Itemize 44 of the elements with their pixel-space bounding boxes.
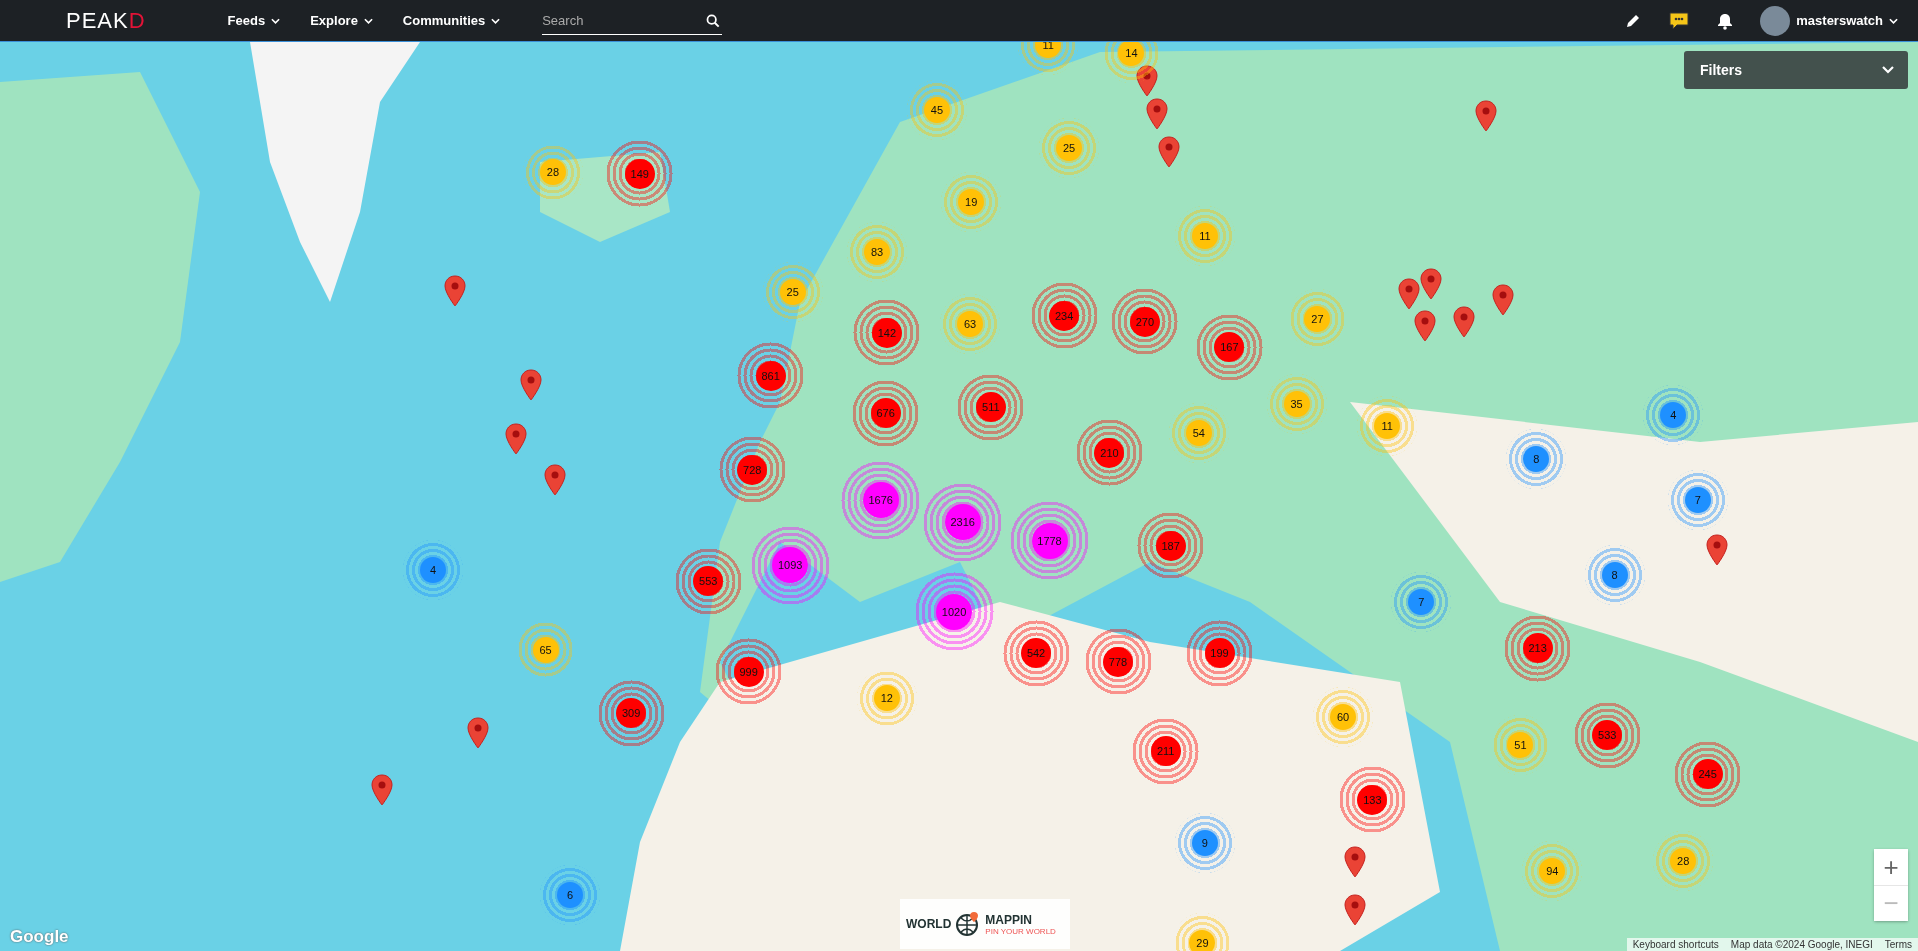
- logo-text: MAPPIN: [985, 912, 1033, 927]
- location-pin-icon[interactable]: [519, 368, 542, 401]
- chevron-down-icon: [271, 17, 281, 24]
- nav-menu[interactable]: Explore: [310, 13, 373, 28]
- location-pin-icon[interactable]: [444, 274, 467, 307]
- location-pin-icon[interactable]: [467, 717, 490, 750]
- location-pin-icon[interactable]: [370, 773, 393, 806]
- cluster-marker[interactable]: 11: [1035, 42, 1062, 59]
- logo-tagline: PIN YOUR WORLD: [985, 926, 1056, 936]
- filters-dropdown[interactable]: Filters: [1684, 51, 1908, 89]
- world-mappin-badge[interactable]: WORLD MAPPIN PIN YOUR WORLD: [900, 899, 1070, 949]
- zoom-in-button[interactable]: +: [1874, 849, 1908, 885]
- location-pin-icon[interactable]: [1475, 99, 1498, 132]
- location-pin-icon[interactable]: [1420, 268, 1443, 301]
- google-logo: Google: [10, 927, 69, 947]
- avatar: [1760, 5, 1791, 36]
- bell-icon[interactable]: [1716, 11, 1735, 30]
- location-pin-icon[interactable]: [1453, 306, 1476, 339]
- peakd-logo[interactable]: PEAKD: [66, 7, 146, 34]
- chevron-down-icon: [491, 17, 501, 24]
- nav-menu[interactable]: Feeds: [227, 13, 281, 28]
- location-pin-icon[interactable]: [505, 422, 528, 455]
- search-field[interactable]: Search: [542, 6, 723, 35]
- attribution-link[interactable]: Keyboard shortcuts: [1626, 938, 1725, 951]
- location-pin-icon[interactable]: [544, 464, 567, 497]
- search-icon[interactable]: [706, 13, 721, 28]
- logo-text: WORLD: [906, 917, 952, 931]
- chevron-down-icon: [1882, 66, 1894, 74]
- location-pin-icon[interactable]: [1344, 893, 1367, 926]
- location-pin-icon[interactable]: [1344, 845, 1367, 878]
- nav-menu[interactable]: Communities: [402, 13, 501, 28]
- location-pin-icon[interactable]: [1414, 310, 1437, 343]
- location-pin-icon[interactable]: [1158, 136, 1181, 169]
- chevron-down-icon: [363, 17, 373, 24]
- location-pin-icon[interactable]: [1398, 278, 1421, 311]
- location-pin-icon[interactable]: [1136, 65, 1159, 98]
- attribution-link[interactable]: Map data ©2024 Google, INEGI: [1724, 938, 1879, 951]
- location-pin-icon[interactable]: [1146, 98, 1169, 131]
- chevron-down-icon: [1889, 17, 1898, 24]
- user-menu[interactable]: masterswatch: [1760, 5, 1898, 36]
- location-pin-icon[interactable]: [1706, 533, 1729, 566]
- attribution-link[interactable]: Terms: [1878, 938, 1918, 951]
- location-pin-icon[interactable]: [1492, 284, 1515, 317]
- chat-bubble-icon[interactable]: [1668, 10, 1691, 31]
